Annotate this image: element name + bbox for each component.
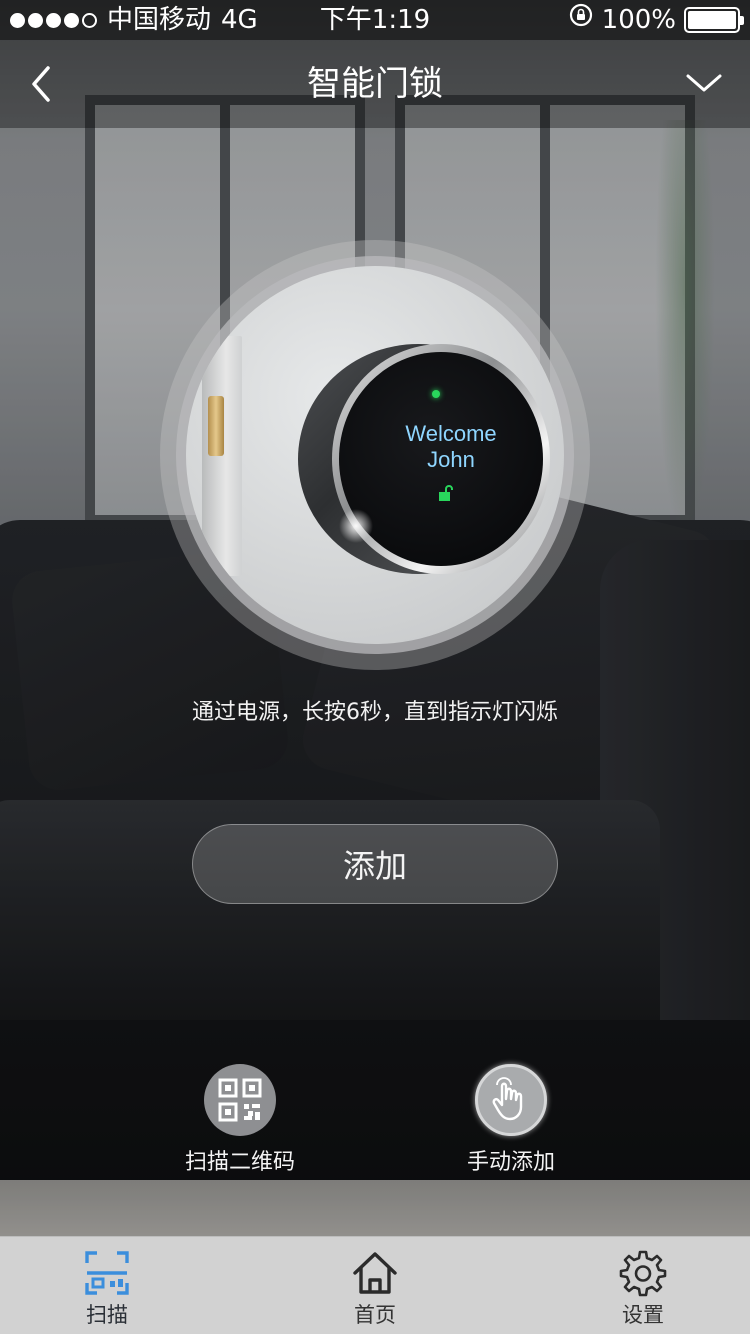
- tab-home[interactable]: 首页: [300, 1237, 450, 1334]
- home-icon: [351, 1249, 399, 1297]
- status-bar: 中国移动 4G 下午1:19 100%: [0, 0, 750, 40]
- tab-scan-label: 扫描: [86, 1303, 128, 1327]
- qr-code-icon[interactable]: [204, 1064, 276, 1136]
- chevron-down-icon[interactable]: [684, 64, 724, 104]
- door-latch: [208, 396, 224, 456]
- door-edge: [202, 336, 242, 576]
- tab-bar: 扫描 首页 设置: [0, 1236, 750, 1334]
- unlock-icon: [438, 484, 454, 502]
- smart-lock-image: Welcome John: [186, 266, 564, 644]
- nav-bar: 智能门锁: [0, 40, 750, 128]
- battery-percent: 100%: [601, 5, 676, 35]
- tab-settings[interactable]: 设置: [568, 1237, 718, 1334]
- battery-icon: [684, 7, 744, 33]
- add-button[interactable]: 添加: [192, 824, 558, 904]
- tab-scan[interactable]: 扫描: [32, 1237, 182, 1334]
- hand-pointer-icon[interactable]: [475, 1064, 547, 1136]
- rotation-lock-icon: [568, 0, 594, 40]
- manual-add-option[interactable]: 手动添加: [431, 1064, 591, 1176]
- indicator-led: [432, 390, 440, 398]
- manual-add-label: 手动添加: [466, 1150, 555, 1175]
- page-title: 智能门锁: [307, 64, 443, 104]
- tab-settings-label: 设置: [622, 1303, 664, 1327]
- gear-icon: [619, 1249, 667, 1297]
- scan-qr-label: 扫描二维码: [184, 1150, 295, 1175]
- lock-screen-text: Welcome John: [405, 421, 497, 472]
- instruction-text: 通过电源，长按6秒，直到指示灯闪烁: [192, 700, 558, 725]
- scan-qr-option[interactable]: 扫描二维码: [160, 1064, 320, 1176]
- tab-home-label: 首页: [354, 1303, 396, 1327]
- light-glint: [336, 506, 376, 546]
- scan-icon: [83, 1249, 131, 1297]
